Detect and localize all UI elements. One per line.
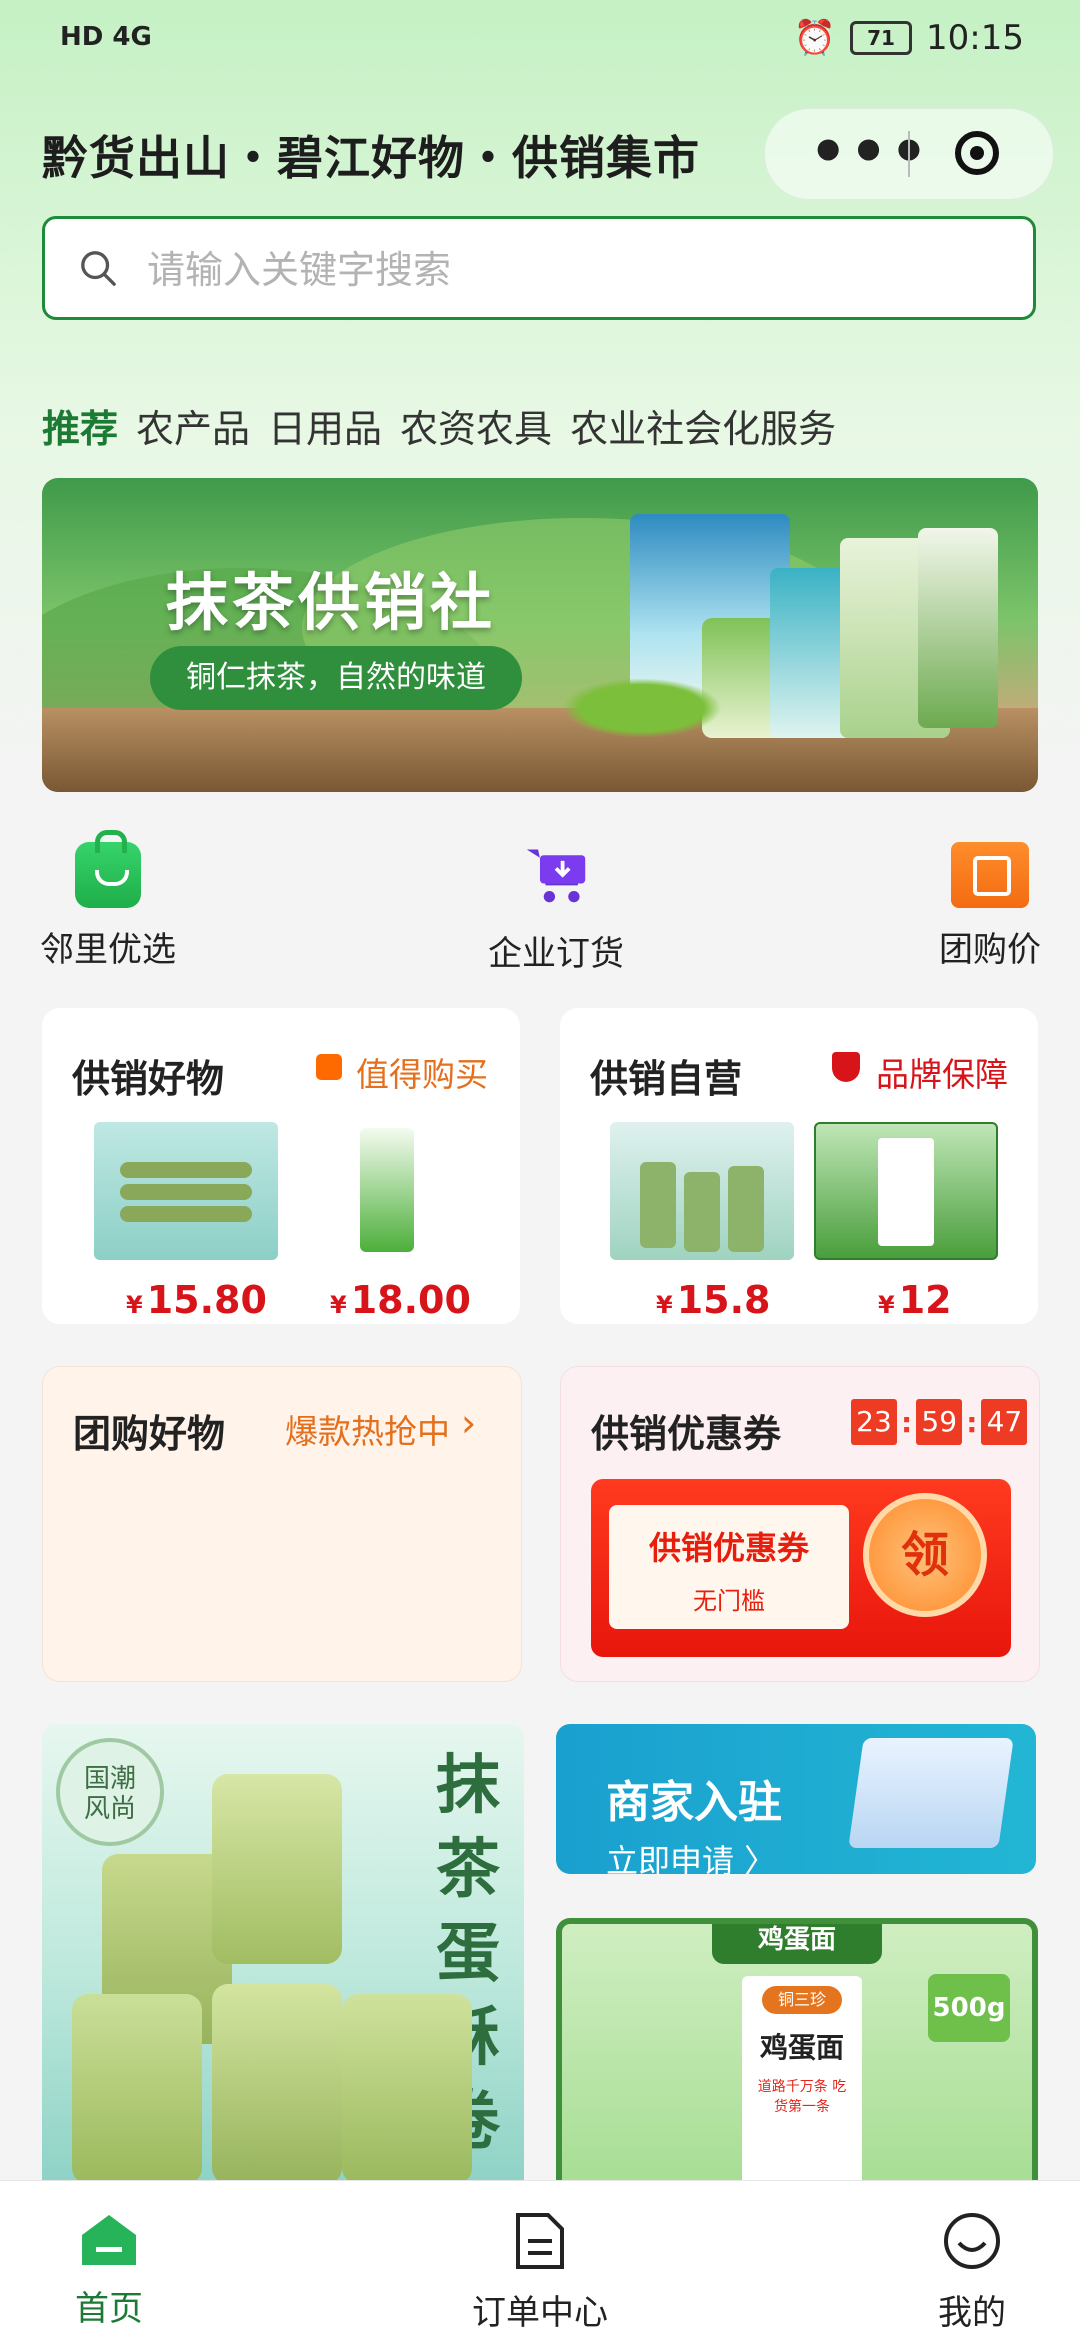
matcha-powder-image (562, 678, 722, 738)
product-image[interactable] (94, 1122, 278, 1260)
capsule-divider (908, 131, 910, 177)
card-coupon[interactable]: 供销优惠券 23: 59: 47 供销优惠券 无门槛 领 (560, 1366, 1040, 1682)
card-title: 团购好物 (73, 1412, 226, 1456)
close-target-icon[interactable] (955, 131, 999, 175)
laptop-illustration (848, 1738, 1014, 1848)
jar-image (212, 1984, 342, 2180)
tab-daily-goods[interactable]: 日用品 (268, 398, 382, 453)
tab-home[interactable]: 首页 (9, 2211, 209, 2330)
card-tag[interactable]: 爆款热抢中 (285, 1405, 450, 1453)
coupon-ticket[interactable]: 供销优惠券 无门槛 领 (591, 1479, 1011, 1657)
promo-matcha-rolls[interactable]: 国潮风尚 抹茶蛋酥卷 (42, 1724, 524, 2180)
product-price: ¥18.00 (330, 1278, 471, 1322)
category-tabs: 推荐 农产品 日用品 农资农具 农业社会化服务 (42, 398, 836, 453)
timer-hours: 23 (851, 1399, 897, 1445)
weight-text: 500g (932, 1993, 1006, 2023)
claim-button[interactable]: 领 (863, 1493, 987, 1617)
profile-icon (944, 2213, 1000, 2269)
product-image[interactable] (610, 1122, 794, 1260)
claim-label: 领 (900, 1527, 949, 1583)
noodle-name: 鸡蛋面 (759, 2031, 844, 2064)
merchant-action[interactable]: 立即申请 〉 (606, 1836, 776, 1874)
quick-link-label: 企业订货 (488, 934, 624, 974)
more-icon[interactable]: ••• (809, 117, 930, 187)
card-tag[interactable]: 品牌保障 (876, 1048, 1008, 1096)
quick-link-enterprise[interactable]: 企业订货 (456, 842, 656, 975)
quick-link-label: 邻里优选 (40, 930, 176, 970)
group-buy-ticket-icon (951, 842, 1029, 908)
hero-banner[interactable]: 抹茶供销社 铜仁抹茶，自然的味道 (42, 478, 1038, 792)
card-title: 供销优惠券 (591, 1412, 782, 1456)
product-price: ¥15.8 (656, 1278, 771, 1322)
tab-agri-services[interactable]: 农业社会化服务 (570, 398, 836, 453)
product-image[interactable] (814, 1122, 998, 1260)
ribbon-text: 鸡蛋面 (757, 1925, 836, 1955)
noodle-slogan: 道路千万条 吃货第一条 (757, 2079, 847, 2115)
jar-image (342, 1994, 472, 2180)
chevron-right-icon[interactable]: › (461, 1401, 476, 1445)
coupon-name: 供销优惠券 (648, 1529, 809, 1567)
quick-link-group-price[interactable]: 团购价 (890, 842, 1080, 971)
quick-link-label: 团购价 (939, 930, 1041, 970)
tab-label: 我的 (938, 2293, 1006, 2333)
jar-image (72, 1994, 202, 2180)
matcha-noodle-image (918, 528, 998, 728)
badge-text: 国潮风尚 (83, 1764, 136, 1824)
coupon-note: 无门槛 (693, 1587, 765, 1615)
timer-seconds: 47 (981, 1399, 1028, 1445)
promo-merchant[interactable]: 商家入驻 立即申请 〉 (556, 1724, 1036, 1874)
bag-icon (316, 1054, 342, 1080)
page-title: 黔货出山・碧江好物・供销集市 (42, 131, 700, 185)
card-self-run[interactable]: 供销自营 品牌保障 ¥15.8 ¥12 (560, 1008, 1038, 1324)
tab-label: 首页 (75, 2289, 143, 2329)
status-bar: HD 4G ⏰ 71 10:15 (0, 0, 1080, 80)
alarm-icon: ⏰ (793, 18, 837, 58)
clock: 10:15 (926, 18, 1024, 58)
quick-link-neighbor[interactable]: 邻里优选 (8, 830, 208, 971)
brand-label: 铜三珍 (762, 1986, 842, 2014)
cart-icon (526, 849, 586, 903)
battery-icon: 71 (850, 21, 913, 55)
tab-profile[interactable]: 我的 (872, 2211, 1072, 2334)
merchant-title: 商家入驻 (606, 1777, 782, 1828)
weight-badge: 500g (928, 1974, 1010, 2042)
timer-minutes: 59 (916, 1399, 963, 1445)
product-image[interactable] (360, 1128, 414, 1252)
tab-agricultural[interactable]: 农产品 (136, 398, 250, 453)
banner-subtitle: 铜仁抹茶，自然的味道 (150, 646, 522, 710)
bottom-tab-bar: 首页 订单中心 我的 (0, 2180, 1080, 2341)
card-good-items[interactable]: 供销好物 值得购买 ¥15.80 ¥18.00 (42, 1008, 520, 1324)
search-input[interactable] (145, 241, 1009, 299)
product-price: ¥15.80 (126, 1278, 267, 1322)
tab-farm-supplies[interactable]: 农资农具 (400, 398, 552, 453)
shield-icon (832, 1052, 860, 1082)
coupon-body: 供销优惠券 无门槛 (609, 1505, 849, 1629)
search-icon (81, 251, 116, 286)
home-icon (82, 2215, 136, 2265)
network-status: HD 4G (60, 22, 152, 52)
card-tag[interactable]: 值得购买 (356, 1048, 488, 1096)
jar-image (212, 1774, 342, 1964)
card-title: 供销好物 (72, 1057, 225, 1101)
tab-recommend[interactable]: 推荐 (42, 398, 118, 453)
order-icon (516, 2213, 564, 2269)
shopping-bag-icon (75, 830, 141, 908)
promo-egg-noodles[interactable]: 鸡蛋面 500g 铜三珍 鸡蛋面 道路千万条 吃货第一条 (556, 1918, 1038, 2180)
card-title: 供销自营 (590, 1057, 743, 1101)
countdown-timer: 23: 59: 47 (851, 1399, 1028, 1445)
tab-orders[interactable]: 订单中心 (440, 2211, 640, 2334)
banner-title: 抹茶供销社 (166, 566, 497, 639)
status-right: ⏰ 71 10:15 (794, 18, 1024, 58)
ribbon: 鸡蛋面 (712, 1924, 882, 1964)
card-group-buy[interactable]: 团购好物 爆款热抢中 › (42, 1366, 522, 1682)
product-price: ¥12 (878, 1278, 952, 1322)
noodle-package: 铜三珍 鸡蛋面 道路千万条 吃货第一条 (742, 1976, 862, 2180)
mini-program-capsule[interactable]: ••• (764, 108, 1054, 200)
badge-seal: 国潮风尚 (56, 1738, 164, 1846)
search-bar[interactable] (42, 216, 1036, 320)
tab-label: 订单中心 (472, 2293, 608, 2333)
